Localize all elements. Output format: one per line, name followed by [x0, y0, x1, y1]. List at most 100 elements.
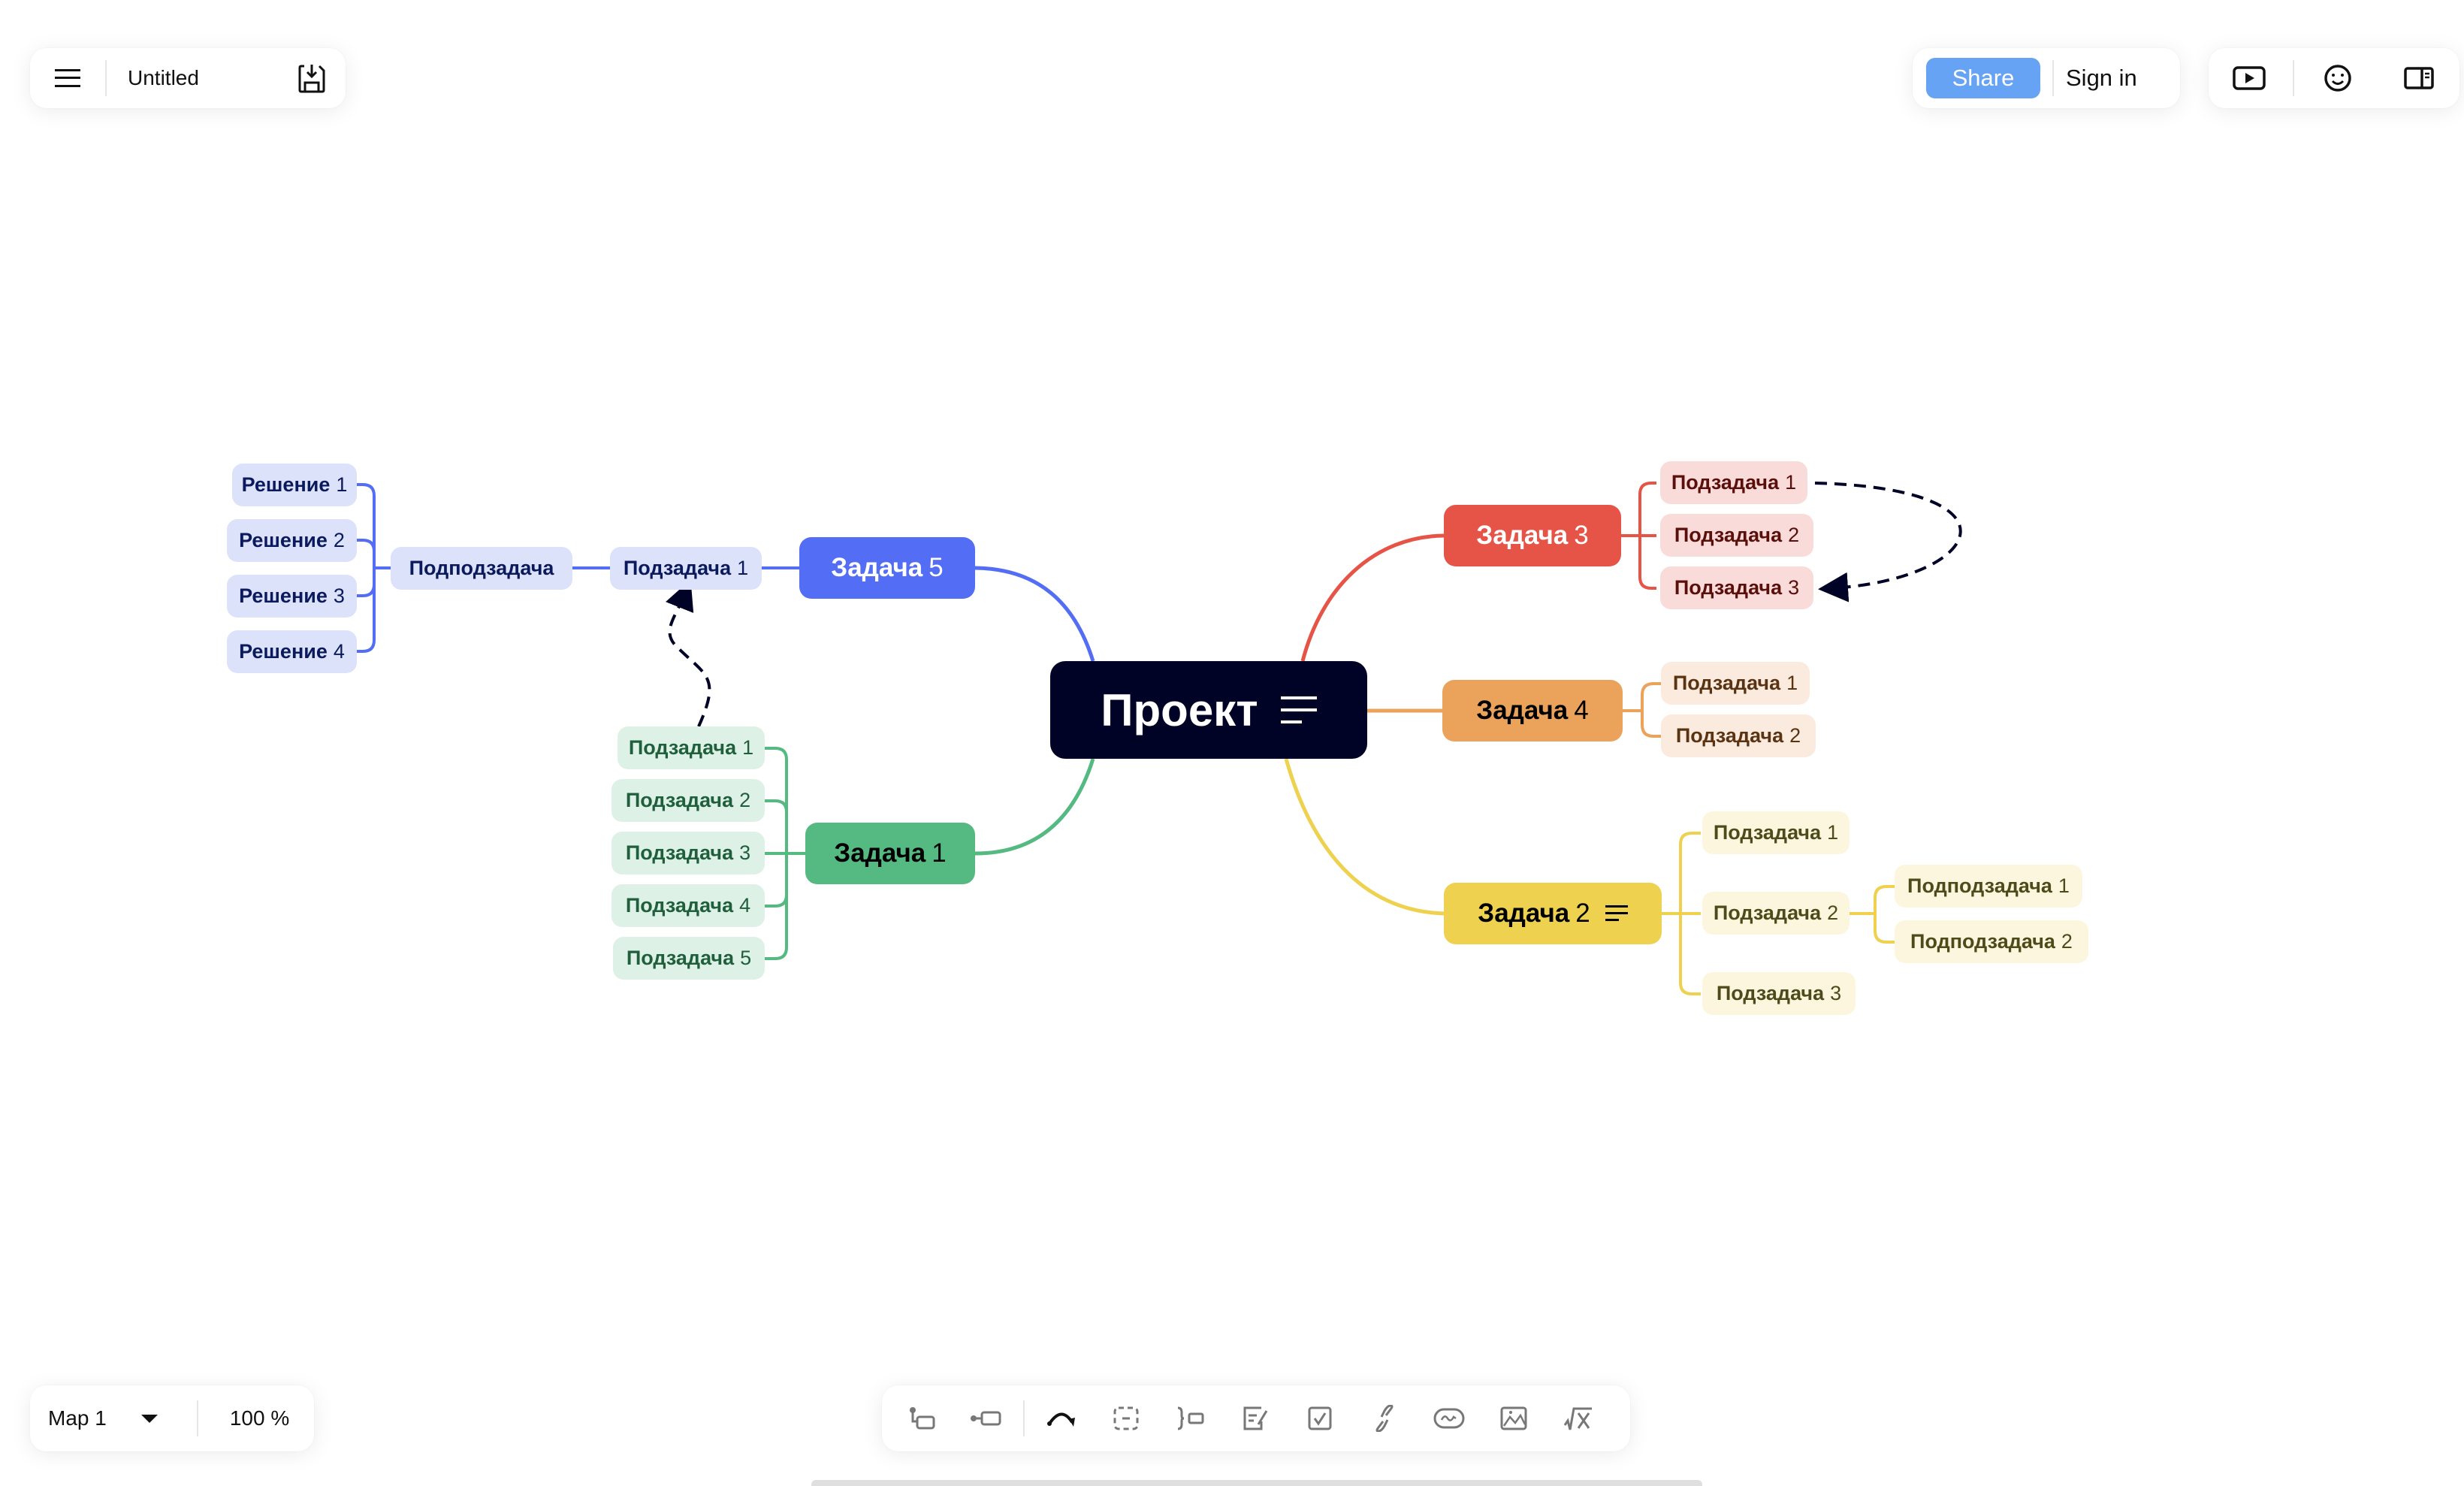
chevron-down-icon[interactable] — [140, 1414, 158, 1423]
subtopic-task4-subtask1[interactable]: Подзадача 1 — [1661, 662, 1810, 705]
relationship-arrow[interactable] — [1814, 482, 1962, 603]
topic-label: Подзадача — [625, 894, 734, 917]
subtopic-task4-subtask2[interactable]: Подзадача 2 — [1661, 714, 1816, 757]
topic-label: Подзадача — [1674, 576, 1783, 599]
subtopic-task1-subtask3[interactable]: Подзадача 3 — [611, 832, 765, 874]
subtopic-task3-subtask3[interactable]: Подзадача 3 — [1660, 566, 1813, 609]
topic-label: Подзадача — [625, 789, 734, 811]
divider — [2293, 60, 2294, 96]
root-topic[interactable]: Проект — [1050, 661, 1367, 759]
subtopic-task2-subtask3[interactable]: Подзадача 3 — [1702, 972, 1856, 1015]
link-root-task1 — [974, 758, 1095, 856]
topic-number: 3 — [333, 584, 345, 607]
subtopic-solution-2[interactable]: Решение 2 — [227, 519, 357, 562]
topic-number: 1 — [1785, 471, 1797, 494]
link-root-task2 — [1284, 758, 1445, 916]
topic-label: Задача — [1476, 521, 1569, 550]
zoom-level[interactable]: 100 % — [230, 1406, 289, 1430]
topic-label: Подзадача — [626, 947, 735, 969]
topic-task5[interactable]: Задача 5 — [799, 537, 975, 599]
topic-label: Задача — [1476, 696, 1569, 725]
topic-task3[interactable]: Задача 3 — [1444, 505, 1621, 566]
topic-label: Подзадача — [1671, 471, 1780, 494]
link-task1-subtasks — [765, 747, 805, 960]
share-panel: Share Sign in — [1913, 48, 2180, 108]
hyperlink-icon[interactable] — [1352, 1385, 1417, 1451]
topic-label: Решение — [239, 640, 328, 663]
topic-label: Задача — [1478, 899, 1570, 928]
note-icon[interactable] — [1280, 695, 1317, 725]
topic-number: 5 — [740, 947, 752, 969]
topic-label: Подзадача — [1713, 902, 1822, 924]
boundary-icon[interactable] — [1094, 1385, 1158, 1451]
topic-number: 1 — [2058, 874, 2070, 897]
topic-task2[interactable]: Задача 2 — [1444, 883, 1662, 944]
topic-number: 2 — [1788, 524, 1800, 546]
topic-label: Подзадача — [1675, 724, 1784, 747]
image-icon[interactable] — [1481, 1385, 1546, 1451]
topic-number: 1 — [1786, 672, 1798, 694]
subtopic-solution-4[interactable]: Решение 4 — [227, 630, 357, 673]
topic-label: Задача — [831, 553, 923, 582]
equation-icon[interactable] — [1546, 1385, 1611, 1451]
topic-label: Подзадача — [1674, 524, 1783, 546]
smiley-face-icon[interactable] — [2300, 48, 2375, 108]
subtopic-task2-subsubtask2[interactable]: Подподзадача 2 — [1895, 920, 2088, 963]
topic-label: Задача — [834, 838, 926, 868]
subtopic-task3-subtask2[interactable]: Подзадача 2 — [1660, 514, 1813, 557]
relationship-arrow[interactable] — [665, 579, 711, 727]
subtopic-solution-1[interactable]: Решение 1 — [232, 464, 357, 506]
topic-link-icon[interactable] — [1417, 1385, 1481, 1451]
map-select[interactable]: Map 1 — [48, 1406, 107, 1430]
hamburger-menu-icon[interactable] — [30, 48, 105, 108]
summary-icon[interactable] — [1158, 1385, 1223, 1451]
topic-number: 5 — [929, 553, 944, 582]
subtopic-subsubtask[interactable]: Подподзадача — [391, 547, 572, 590]
topic-number: 1 — [932, 838, 947, 868]
subtopic-task2-subtask2[interactable]: Подзадача 2 — [1702, 892, 1850, 935]
link-task3-subtasks — [1621, 482, 1656, 590]
add-child-icon[interactable] — [889, 1385, 954, 1451]
topic-number: 2 — [1827, 902, 1839, 924]
link-task2-subsubtasks — [1850, 885, 1895, 944]
document-title[interactable]: Untitled — [128, 66, 278, 90]
share-button[interactable]: Share — [1926, 58, 2040, 98]
topic-label: Подзадача — [623, 557, 732, 579]
relationship-arrow-icon[interactable] — [1029, 1385, 1094, 1451]
topic-label: Подподзадача — [409, 557, 554, 579]
subtopic-task2-subsubtask1[interactable]: Подподзадача 1 — [1895, 865, 2082, 908]
sidebar-panel-icon[interactable] — [2381, 48, 2456, 108]
subtopic-task5-subtask1[interactable]: Подзадача 1 — [610, 547, 762, 590]
subtopic-task1-subtask4[interactable]: Подзадача 4 — [611, 884, 765, 927]
topic-number: 1 — [336, 473, 348, 496]
topic-task1[interactable]: Задача 1 — [805, 823, 975, 884]
add-sibling-icon[interactable] — [954, 1385, 1019, 1451]
save-download-icon[interactable] — [278, 48, 346, 108]
link-task4-subtasks — [1623, 682, 1661, 738]
topic-task4[interactable]: Задача 4 — [1442, 680, 1623, 741]
topic-number: 3 — [1574, 521, 1589, 550]
topic-number: 1 — [1827, 821, 1839, 844]
horizontal-scrollbar[interactable] — [811, 1480, 1702, 1486]
topic-label: Подзадача — [1672, 672, 1781, 694]
sign-in-button[interactable]: Sign in — [2066, 65, 2137, 92]
subtopic-task1-subtask1[interactable]: Подзадача 1 — [618, 726, 765, 769]
note-icon[interactable] — [1223, 1385, 1288, 1451]
play-presentation-icon[interactable] — [2212, 48, 2287, 108]
divider — [1023, 1400, 1025, 1436]
topic-number: 1 — [737, 557, 749, 579]
topic-label: Подзадача — [625, 841, 734, 864]
link-task2-subtasks — [1662, 832, 1701, 995]
subtopic-task2-subtask1[interactable]: Подзадача 1 — [1702, 811, 1850, 854]
topic-number: 2 — [739, 789, 751, 811]
subtopic-task1-subtask2[interactable]: Подзадача 2 — [611, 779, 765, 822]
topic-number: 2 — [1575, 899, 1590, 928]
note-icon[interactable] — [1605, 904, 1628, 923]
subtopic-task1-subtask5[interactable]: Подзадача 5 — [613, 937, 765, 980]
map-selector-panel: Map 1 100 % — [30, 1385, 314, 1451]
subtopic-solution-3[interactable]: Решение 3 — [227, 575, 357, 618]
divider — [196, 1400, 198, 1436]
root-label: Проект — [1101, 684, 1258, 735]
task-checkbox-icon[interactable] — [1288, 1385, 1352, 1451]
subtopic-task3-subtask1[interactable]: Подзадача 1 — [1660, 461, 1807, 504]
